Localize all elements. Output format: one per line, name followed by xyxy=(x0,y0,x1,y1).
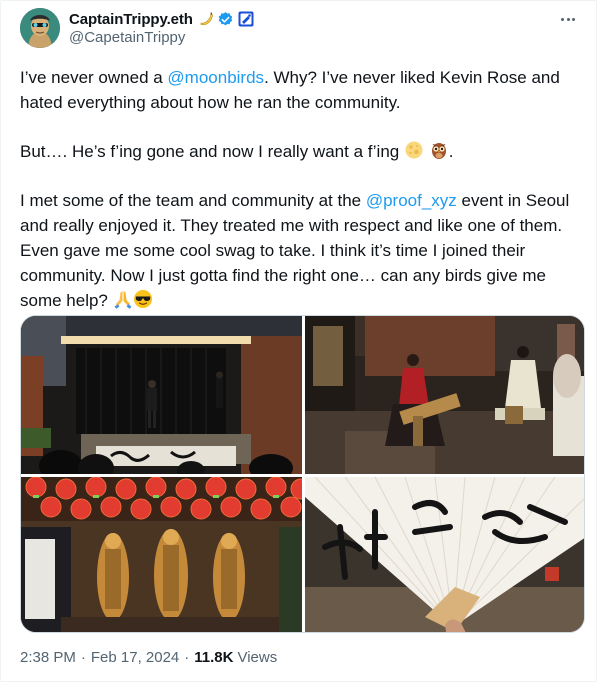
banana-icon xyxy=(198,11,214,27)
moon-icon xyxy=(404,140,424,160)
tweet-paragraph-1: I’ve never owned a @moonbirds. Why? I’ve… xyxy=(20,68,565,112)
sunglasses-face-icon xyxy=(133,289,153,309)
meta-separator: · xyxy=(80,649,86,666)
views-label: Views xyxy=(237,649,278,666)
more-options-icon[interactable] xyxy=(556,7,580,31)
tweet-paragraph-2: But…. He’s f’ing gone and now I really w… xyxy=(20,140,454,161)
tweet-text: I’ve never owned a @moonbirds. Why? I’ve… xyxy=(20,65,580,313)
photo-calligraphy-fan[interactable] xyxy=(305,477,584,632)
folded-hands-icon xyxy=(113,289,133,309)
owl-icon xyxy=(429,140,449,160)
tweet-paragraph-3: I met some of the team and community at … xyxy=(20,191,574,310)
media-grid xyxy=(20,315,585,633)
author-name-row: CaptainTrippy.eth xyxy=(69,9,254,29)
photo-buddha-lanterns[interactable] xyxy=(21,477,302,632)
photo-performance-stage[interactable] xyxy=(21,316,302,474)
display-name[interactable]: CaptainTrippy.eth xyxy=(69,11,193,28)
photo-musician-performance[interactable] xyxy=(305,316,584,474)
views-count[interactable]: 11.8K xyxy=(194,649,233,666)
mention-proof-xyz[interactable]: @proof_xyz xyxy=(366,191,457,210)
tweet-time[interactable]: 2:38 PM xyxy=(20,649,76,666)
affiliate-badge-icon[interactable] xyxy=(238,11,254,27)
avatar[interactable] xyxy=(20,8,60,48)
mention-moonbirds[interactable]: @moonbirds xyxy=(167,68,264,87)
tweet-meta: 2:38 PM · Feb 17, 2024 · 11.8K Views xyxy=(20,649,277,666)
tweet-card[interactable]: CaptainTrippy.eth @CapetainTrippy I’ve n… xyxy=(0,0,597,682)
verified-badge-icon[interactable] xyxy=(217,11,234,28)
author-handle[interactable]: @CapetainTrippy xyxy=(69,29,185,46)
meta-separator: · xyxy=(184,649,190,666)
tweet-date[interactable]: Feb 17, 2024 xyxy=(91,649,179,666)
